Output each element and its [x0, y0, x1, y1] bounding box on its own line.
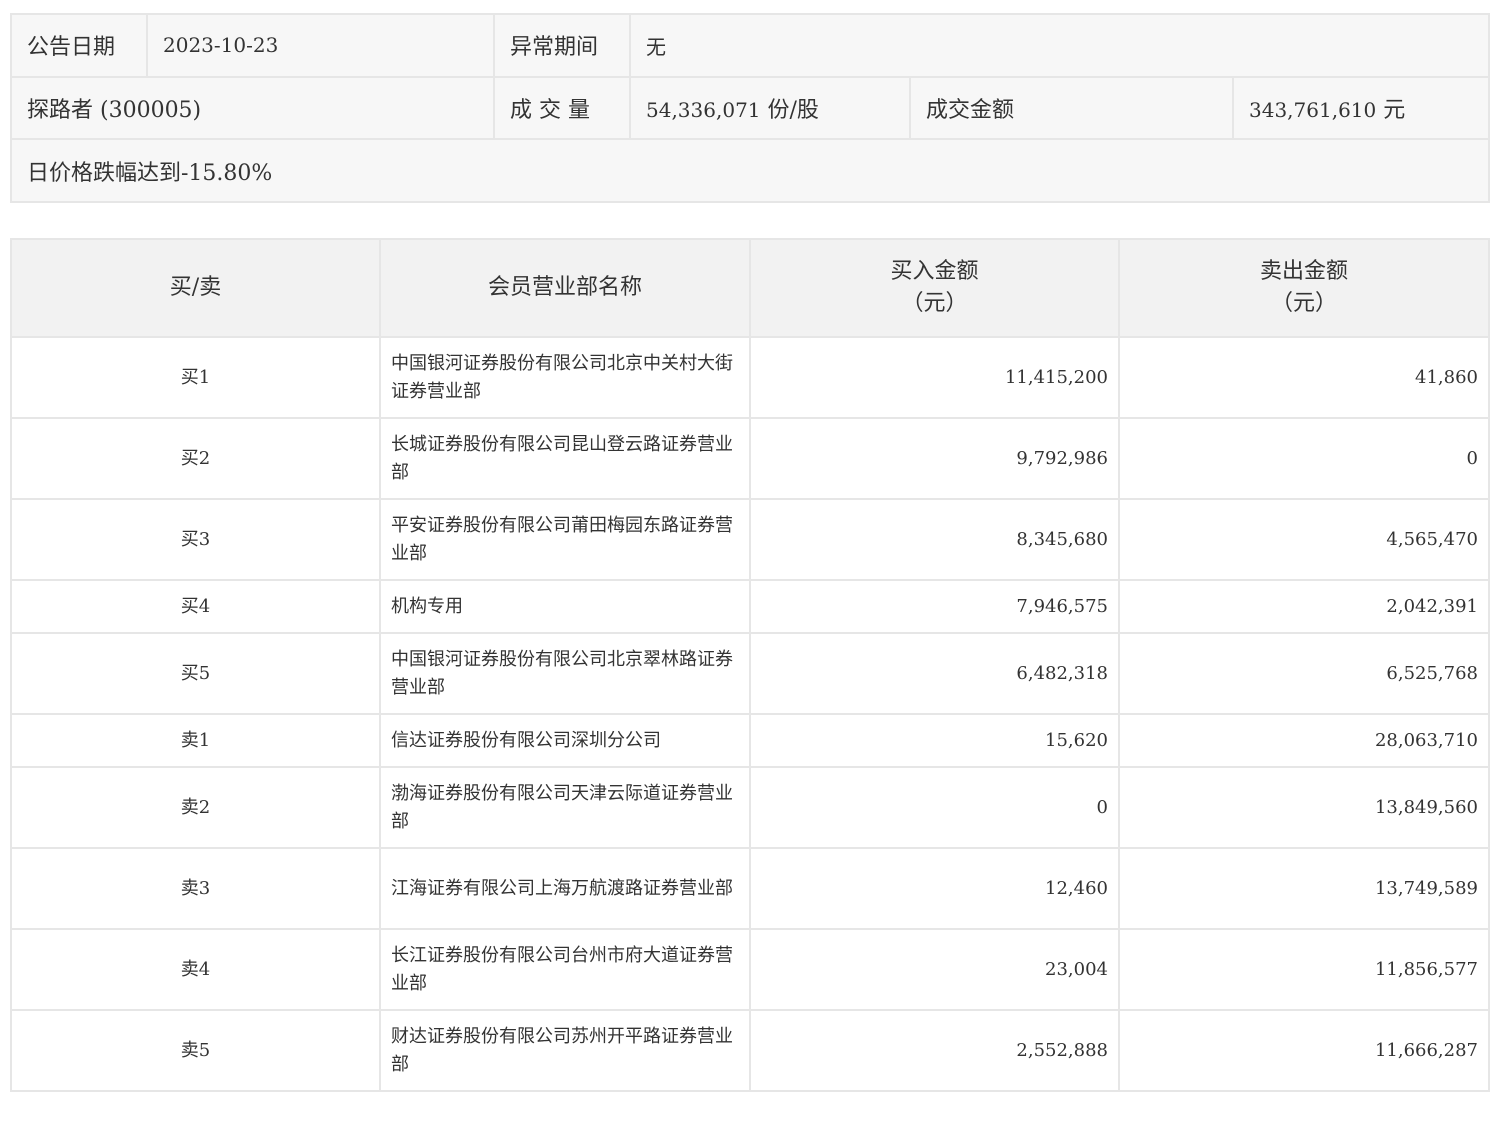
buy-amount-cell: 0: [749, 766, 1120, 849]
header-side: 买/卖: [10, 238, 381, 338]
branch-name-cell: 江海证券有限公司上海万航渡路证券营业部: [379, 847, 751, 930]
summary-row: 探路者 (300005) 成 交 量 54,336,071 份/股 成交金额 3…: [10, 75, 1491, 141]
side-cell: 买3: [10, 498, 381, 581]
sell-amount-cell: 28,063,710: [1118, 713, 1490, 768]
stock-name: 探路者 (300005): [10, 75, 495, 141]
table-header-row: 买/卖 会员营业部名称 买入金额 （元） 卖出金额 （元）: [10, 238, 1490, 338]
branch-name-cell: 信达证券股份有限公司深圳分公司: [379, 713, 751, 768]
table-row: 卖5 财达证券股份有限公司苏州开平路证券营业部 2,552,888 11,666…: [10, 1009, 1490, 1092]
side-cell: 卖1: [10, 713, 381, 768]
amount-value: 343,761,610 元: [1231, 75, 1491, 141]
side-cell: 买1: [10, 336, 381, 419]
header-buy: 买入金额 （元）: [749, 238, 1120, 338]
summary-row: 日价格跌幅达到-15.80%: [9, 138, 1491, 203]
side-cell: 买4: [10, 579, 381, 634]
sell-amount-cell: 11,856,577: [1118, 928, 1490, 1011]
header-buy-line2: （元）: [901, 291, 968, 316]
buy-amount-cell: 2,552,888: [749, 1009, 1120, 1092]
buy-amount-cell: 12,460: [749, 847, 1120, 930]
branch-name-cell: 机构专用: [379, 579, 751, 634]
buy-amount-cell: 6,482,318: [749, 632, 1120, 715]
side-cell: 卖5: [10, 1009, 381, 1092]
header-name: 会员营业部名称: [379, 238, 751, 338]
buy-amount-cell: 15,620: [749, 713, 1120, 768]
sell-amount-cell: 6,525,768: [1118, 632, 1490, 715]
amount-number: 343,761,610: [1249, 97, 1377, 122]
table-row: 买3 平安证券股份有限公司莆田梅园东路证券营业部 8,345,680 4,565…: [10, 498, 1490, 581]
header-sell: 卖出金额 （元）: [1118, 238, 1490, 338]
abnormal-period-value: 无: [628, 13, 1491, 78]
table-row: 卖1 信达证券股份有限公司深圳分公司 15,620 28,063,710: [10, 713, 1490, 768]
amount-label: 成交金额: [909, 75, 1234, 141]
sell-amount-cell: 2,042,391: [1118, 579, 1490, 634]
branch-name-cell: 长江证券股份有限公司台州市府大道证券营业部: [379, 928, 751, 1011]
header-sell-line2: （元）: [1270, 291, 1337, 316]
amount-unit: 元: [1376, 97, 1406, 123]
sell-amount-cell: 13,749,589: [1118, 847, 1490, 930]
buy-amount-cell: 11,415,200: [749, 336, 1120, 419]
branch-name-cell: 中国银河证券股份有限公司北京翠林路证券营业部: [379, 632, 751, 715]
trading-seats-table: 买/卖 会员营业部名称 买入金额 （元） 卖出金额 （元） 买1 中国银河证券股份有…: [10, 238, 1490, 1092]
branch-name-cell: 平安证券股份有限公司莆田梅园东路证券营业部: [379, 498, 751, 581]
branch-name-cell: 中国银河证券股份有限公司北京中关村大街证券营业部: [379, 336, 751, 419]
side-cell: 卖4: [10, 928, 381, 1011]
table-row: 买5 中国银河证券股份有限公司北京翠林路证券营业部 6,482,318 6,52…: [10, 632, 1490, 715]
sell-amount-cell: 41,860: [1118, 336, 1490, 419]
buy-amount-cell: 23,004: [749, 928, 1120, 1011]
volume-label: 成 交 量: [493, 75, 631, 141]
sell-amount-cell: 13,849,560: [1118, 766, 1490, 849]
table-row: 卖4 长江证券股份有限公司台州市府大道证券营业部 23,004 11,856,5…: [10, 928, 1490, 1011]
side-cell: 卖3: [10, 847, 381, 930]
volume-value: 54,336,071 份/股: [629, 75, 911, 141]
sell-amount-cell: 11,666,287: [1118, 1009, 1490, 1092]
header-sell-line1: 卖出金额: [1259, 259, 1348, 284]
table-row: 买4 机构专用 7,946,575 2,042,391: [10, 579, 1490, 634]
sell-amount-cell: 4,565,470: [1118, 498, 1490, 581]
branch-name-cell: 财达证券股份有限公司苏州开平路证券营业部: [379, 1009, 751, 1092]
header-buy-line1: 买入金额: [890, 259, 979, 284]
summary-table: 公告日期 2023-10-23 异常期间 无 探路者 (300005) 成 交 …: [9, 13, 1491, 203]
buy-amount-cell: 9,792,986: [749, 417, 1120, 500]
table-row: 买1 中国银河证券股份有限公司北京中关村大街证券营业部 11,415,200 4…: [10, 336, 1490, 419]
table-row: 卖2 渤海证券股份有限公司天津云际道证券营业部 0 13,849,560: [10, 766, 1490, 849]
volume-number: 54,336,071: [646, 97, 761, 122]
branch-name-cell: 长城证券股份有限公司昆山登云路证券营业部: [379, 417, 751, 500]
sell-amount-cell: 0: [1118, 417, 1490, 500]
table-row: 卖3 江海证券有限公司上海万航渡路证券营业部 12,460 13,749,589: [10, 847, 1490, 930]
side-cell: 买5: [10, 632, 381, 715]
announce-date-label: 公告日期: [10, 13, 148, 78]
reason-text: 日价格跌幅达到-15.80%: [9, 138, 1491, 203]
abnormal-period-label: 异常期间: [493, 13, 631, 78]
summary-row: 公告日期 2023-10-23 异常期间 无: [10, 13, 1491, 78]
side-cell: 卖2: [10, 766, 381, 849]
table-row: 买2 长城证券股份有限公司昆山登云路证券营业部 9,792,986 0: [10, 417, 1490, 500]
side-cell: 买2: [10, 417, 381, 500]
buy-amount-cell: 8,345,680: [749, 498, 1120, 581]
branch-name-cell: 渤海证券股份有限公司天津云际道证券营业部: [379, 766, 751, 849]
buy-amount-cell: 7,946,575: [749, 579, 1120, 634]
announce-date-value: 2023-10-23: [146, 13, 495, 78]
volume-unit: 份/股: [760, 97, 819, 123]
